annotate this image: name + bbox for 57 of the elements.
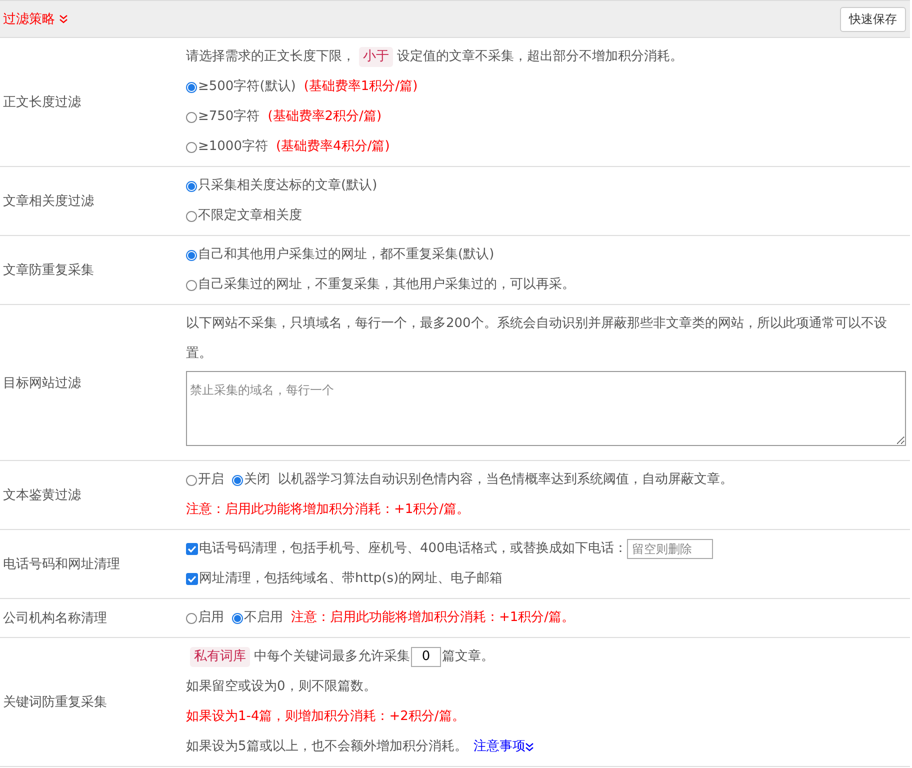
- radio-button[interactable]: [186, 142, 197, 152]
- radio-label[interactable]: 自己采集过的网址，不重复采集，其他用户采集过的，可以再采。: [198, 270, 575, 300]
- warning-text: (基础费率4积分/篇): [276, 138, 390, 156]
- checkbox[interactable]: [186, 543, 198, 555]
- radio-label[interactable]: 不限定文章相关度: [198, 201, 302, 231]
- radio-button[interactable]: [186, 180, 197, 192]
- radio-label[interactable]: ≥500字符(默认): [198, 72, 296, 102]
- double-chevron-icon: [525, 742, 534, 752]
- radio-button[interactable]: [186, 210, 197, 222]
- radio-label[interactable]: 启用: [198, 603, 224, 633]
- radio-button[interactable]: [186, 474, 197, 486]
- radio-label[interactable]: 关闭: [244, 465, 270, 495]
- warning-text: 注意：启用此功能将增加积分消耗：+1积分/篇。: [186, 501, 470, 519]
- count-input[interactable]: 0: [411, 647, 441, 667]
- setting-label: 目标网站过滤: [2, 374, 82, 392]
- double-chevron-icon: [59, 14, 68, 24]
- radio-button[interactable]: [186, 280, 197, 290]
- description-text: 如果设为5篇或以上，也不会额外增加积分消耗。: [186, 738, 468, 756]
- highlight-tag: 私有词库: [190, 647, 250, 667]
- setting-label: 公司机构名称清理: [2, 610, 108, 627]
- warning-text: (基础费率1积分/篇): [304, 78, 418, 96]
- radio-label[interactable]: 只采集相关度达标的文章(默认): [198, 171, 378, 201]
- setting-label: 电话号码和网址清理: [2, 556, 121, 573]
- radio-label[interactable]: 自己和其他用户采集过的网址，都不重复采集(默认): [198, 240, 494, 270]
- description-text: 以下网站不采集，只填域名，每行一个，最多200个。系统会自动识别并屏蔽那些非文章类的网站，所以此项通常可以不设置。: [186, 315, 888, 363]
- setting-label: 正文长度过滤: [2, 94, 82, 111]
- radio-button[interactable]: [186, 112, 197, 122]
- checkbox-label[interactable]: 网址清理，包括纯域名、带http(s)的网址、电子邮箱: [199, 564, 503, 594]
- radio-label[interactable]: ≥750字符: [198, 102, 260, 132]
- setting-label: 文章相关度过滤: [2, 193, 95, 210]
- radio-button[interactable]: [232, 474, 243, 486]
- radio-button[interactable]: [186, 82, 197, 92]
- warning-text: 注意：启用此功能将增加积分消耗：+1积分/篇。: [291, 609, 575, 627]
- quick-save-button[interactable]: 快速保存: [840, 6, 906, 32]
- radio-button[interactable]: [186, 612, 197, 624]
- setting-label: 关键词防重复采集: [2, 694, 108, 711]
- notes-link[interactable]: 注意事项: [473, 732, 526, 762]
- description-text: 中每个关键词最多允许采集: [254, 648, 410, 666]
- description-text: 设定值的文章不采集，超出部分不增加积分消耗。: [397, 48, 683, 66]
- checkbox-label[interactable]: 电话号码清理，包括手机号、座机号、400电话格式，或替换成如下电话：: [199, 534, 627, 564]
- setting-label: 文本鉴黄过滤: [2, 487, 82, 504]
- description-text: 篇文章。: [442, 648, 494, 666]
- radio-button[interactable]: [232, 612, 243, 624]
- radio-label[interactable]: 不启用: [244, 603, 283, 633]
- checkbox[interactable]: [186, 573, 198, 585]
- setting-label: 文章防重复采集: [2, 262, 95, 279]
- warning-text: 如果设为1-4篇，则增加积分消耗：+2积分/篇。: [186, 708, 465, 726]
- radio-label[interactable]: 开启: [198, 465, 224, 495]
- description-text: 如果留空或设为0，则不限篇数。: [186, 678, 376, 696]
- phone-input[interactable]: 留空则删除: [626, 539, 713, 559]
- radio-label[interactable]: ≥1000字符: [198, 132, 268, 162]
- radio-button[interactable]: [186, 250, 197, 260]
- description-text: 请选择需求的正文长度下限，: [186, 48, 355, 66]
- domain-textarea[interactable]: 禁止采集的域名，每行一个: [186, 371, 906, 446]
- highlight-tag: 小于: [359, 47, 393, 67]
- description-text: 以机器学习算法自动识别色情内容，当色情概率达到系统阈值，自动屏蔽文章。: [278, 471, 733, 489]
- warning-text: (基础费率2积分/篇): [268, 108, 382, 126]
